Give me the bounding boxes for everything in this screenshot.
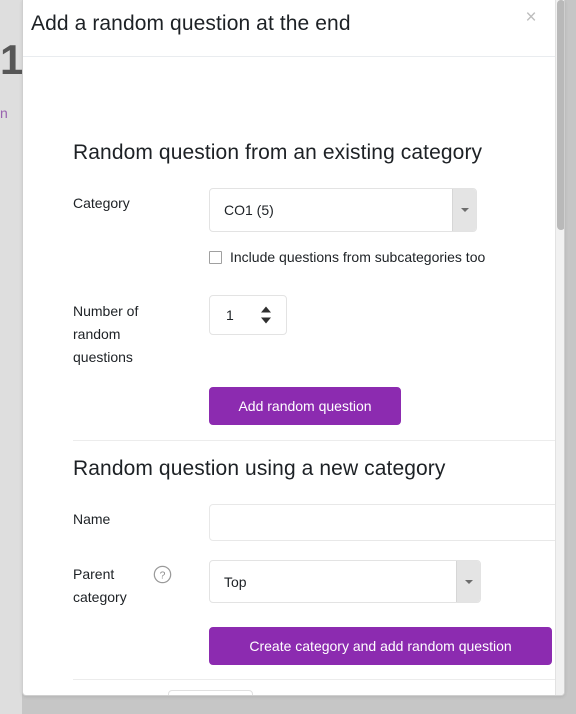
modal-scrollbar-thumb[interactable] <box>557 0 564 230</box>
modal-header: Add a random question at the end × <box>23 0 564 57</box>
parent-category-label: Parent category <box>73 566 127 605</box>
background-link: n <box>0 105 8 121</box>
add-random-question-modal: Add a random question at the end × Rando… <box>22 0 565 696</box>
number-of-random-questions-value: 1 <box>226 307 234 323</box>
category-select-value: CO1 (5) <box>224 202 274 218</box>
name-label: Name <box>73 511 111 527</box>
include-subcategories-label: Include questions from subcategories too <box>230 249 486 265</box>
add-random-question-button[interactable]: Add random question <box>209 387 401 425</box>
cancel-button[interactable]: Cancel <box>168 690 253 695</box>
help-circle-icon[interactable]: ? <box>153 565 172 584</box>
section-divider <box>73 440 564 441</box>
number-of-random-questions-label: Number of random questions <box>73 303 139 365</box>
parent-category-select[interactable]: Top <box>209 560 481 603</box>
section-heading-new-category: Random question using a new category <box>73 457 446 480</box>
include-subcategories-row[interactable]: Include questions from subcategories too <box>209 249 485 265</box>
close-icon[interactable]: × <box>518 5 544 31</box>
category-label: Category <box>73 195 130 211</box>
footer-divider <box>73 679 564 680</box>
category-select[interactable]: CO1 (5) <box>209 188 477 232</box>
modal-scrollbar[interactable] <box>555 0 564 695</box>
create-category-and-add-random-question-button[interactable]: Create category and add random question <box>209 627 552 665</box>
include-subcategories-checkbox[interactable] <box>209 250 222 264</box>
spinner-updown-icon[interactable] <box>261 306 272 324</box>
chevron-down-icon[interactable] <box>456 561 480 602</box>
background-page-number: 1 <box>0 36 23 83</box>
number-of-random-questions-stepper[interactable]: 1 <box>209 295 287 335</box>
svg-text:?: ? <box>160 571 166 582</box>
parent-category-select-value: Top <box>224 573 247 590</box>
section-heading-existing-category: Random question from an existing categor… <box>73 141 483 164</box>
modal-title: Add a random question at the end <box>31 12 351 35</box>
name-input[interactable] <box>209 504 564 541</box>
chevron-down-icon[interactable] <box>452 189 476 231</box>
